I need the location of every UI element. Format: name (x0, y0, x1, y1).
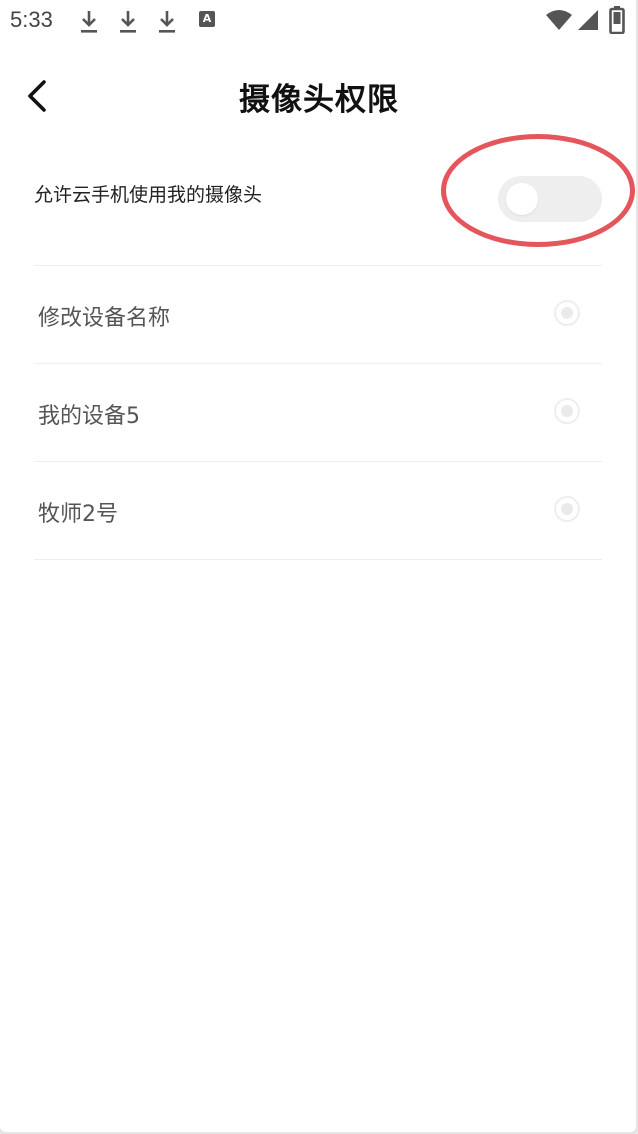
radio-dot (561, 307, 573, 319)
device-radio[interactable] (554, 398, 580, 424)
device-list: 修改设备名称 我的设备5 牧师2号 (34, 266, 602, 560)
device-radio[interactable] (554, 300, 580, 326)
camera-permission-label: 允许云手机使用我的摄像头 (34, 184, 263, 206)
device-item[interactable]: 牧师2号 (34, 462, 602, 560)
download-icon (159, 11, 175, 33)
download-icon (120, 11, 136, 33)
device-item[interactable]: 修改设备名称 (34, 266, 602, 364)
wifi-icon (546, 10, 572, 30)
page-title: 摄像头权限 (239, 82, 399, 118)
radio-dot (561, 503, 573, 515)
device-name: 修改设备名称 (38, 306, 171, 331)
camera-permission-screen: 5:33 A 摄像头权限 允许云手机使用我的摄像头 修改设备名称 我的设备5 牧… (0, 0, 636, 1132)
battery-icon (609, 6, 625, 34)
device-radio[interactable] (554, 496, 580, 522)
status-bar: 5:33 A (0, 0, 636, 42)
device-item[interactable]: 我的设备5 (34, 364, 602, 462)
camera-permission-row: 允许云手机使用我的摄像头 (34, 150, 602, 266)
device-name: 我的设备5 (38, 404, 140, 429)
device-name: 牧师2号 (38, 502, 118, 527)
download-icon (81, 11, 97, 33)
camera-permission-toggle[interactable] (498, 176, 602, 222)
a-badge-icon: A (199, 11, 215, 27)
status-time: 5:33 (10, 7, 53, 32)
radio-dot (561, 405, 573, 417)
toggle-knob (506, 183, 538, 215)
signal-icon (578, 10, 598, 30)
header: 摄像头权限 (0, 60, 636, 132)
